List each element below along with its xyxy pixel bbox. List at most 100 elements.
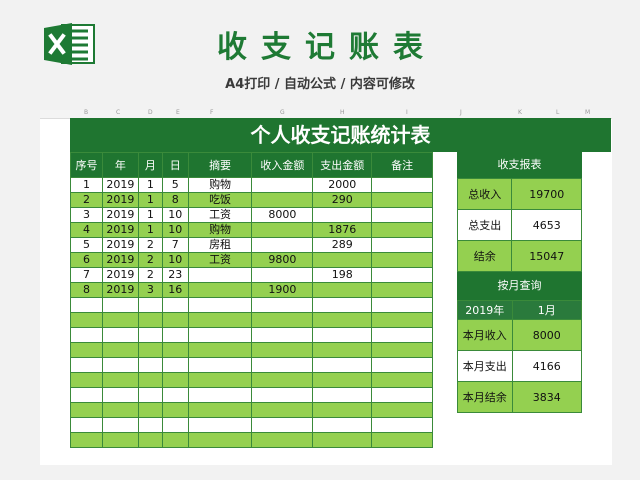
table-cell[interactable] <box>70 297 103 313</box>
summary-value[interactable]: 4653 <box>511 209 582 241</box>
table-cell[interactable]: 工资 <box>187 207 253 223</box>
table-cell[interactable] <box>161 357 189 373</box>
table-cell[interactable]: 10 <box>161 207 189 223</box>
table-cell[interactable] <box>251 267 314 283</box>
table-cell[interactable]: 2019 <box>101 222 139 238</box>
table-cell[interactable] <box>251 237 314 253</box>
table-cell[interactable]: 5 <box>161 177 189 193</box>
table-cell[interactable] <box>371 177 433 193</box>
table-cell[interactable]: 198 <box>312 267 373 283</box>
table-cell[interactable] <box>371 387 433 403</box>
table-cell[interactable] <box>312 297 373 313</box>
table-cell[interactable] <box>312 357 373 373</box>
ledger-column-header[interactable]: 序号 <box>70 152 103 178</box>
table-cell[interactable] <box>371 312 433 328</box>
table-cell[interactable] <box>312 417 373 433</box>
table-cell[interactable] <box>137 432 163 448</box>
table-cell[interactable] <box>101 402 139 418</box>
table-cell[interactable] <box>187 357 253 373</box>
table-cell[interactable] <box>371 267 433 283</box>
table-cell[interactable] <box>371 222 433 238</box>
table-cell[interactable] <box>251 342 314 358</box>
table-cell[interactable] <box>101 417 139 433</box>
table-cell[interactable]: 2 <box>137 267 163 283</box>
table-cell[interactable]: 房租 <box>187 237 253 253</box>
table-cell[interactable] <box>371 432 433 448</box>
table-cell[interactable] <box>101 327 139 343</box>
table-cell[interactable] <box>187 267 253 283</box>
table-cell[interactable]: 3 <box>70 207 103 223</box>
table-cell[interactable] <box>187 387 253 403</box>
table-cell[interactable]: 2019 <box>101 252 139 268</box>
table-cell[interactable]: 1 <box>137 222 163 238</box>
monthly-value[interactable]: 3834 <box>511 381 583 413</box>
table-cell[interactable]: 1 <box>137 207 163 223</box>
table-cell[interactable]: 10 <box>161 252 189 268</box>
monthly-label[interactable]: 本月结余 <box>457 381 513 413</box>
table-cell[interactable] <box>161 342 189 358</box>
year-select[interactable]: 2019年 <box>457 300 513 320</box>
table-cell[interactable] <box>251 417 314 433</box>
table-cell[interactable]: 2019 <box>101 282 139 298</box>
table-cell[interactable] <box>161 312 189 328</box>
table-cell[interactable] <box>70 402 103 418</box>
table-cell[interactable] <box>161 417 189 433</box>
table-cell[interactable] <box>70 312 103 328</box>
table-cell[interactable]: 2 <box>137 252 163 268</box>
table-cell[interactable]: 2 <box>70 192 103 208</box>
table-cell[interactable]: 23 <box>161 267 189 283</box>
table-cell[interactable] <box>251 177 314 193</box>
table-cell[interactable] <box>137 312 163 328</box>
table-cell[interactable] <box>101 387 139 403</box>
table-cell[interactable] <box>70 432 103 448</box>
table-cell[interactable] <box>137 342 163 358</box>
table-cell[interactable] <box>187 432 253 448</box>
table-cell[interactable] <box>101 342 139 358</box>
summary-value[interactable]: 15047 <box>511 240 582 272</box>
table-cell[interactable]: 2 <box>137 237 163 253</box>
table-cell[interactable] <box>161 402 189 418</box>
table-cell[interactable] <box>187 312 253 328</box>
table-cell[interactable] <box>312 282 373 298</box>
monthly-value[interactable]: 4166 <box>511 350 583 382</box>
table-cell[interactable] <box>312 342 373 358</box>
table-cell[interactable]: 1900 <box>251 282 314 298</box>
table-cell[interactable] <box>371 372 433 388</box>
table-cell[interactable]: 1 <box>70 177 103 193</box>
table-cell[interactable] <box>312 327 373 343</box>
table-cell[interactable]: 7 <box>70 267 103 283</box>
table-cell[interactable]: 2000 <box>312 177 373 193</box>
table-cell[interactable] <box>371 357 433 373</box>
table-cell[interactable]: 购物 <box>187 177 253 193</box>
table-cell[interactable] <box>70 387 103 403</box>
ledger-column-header[interactable]: 备注 <box>371 152 433 178</box>
table-cell[interactable] <box>187 372 253 388</box>
table-cell[interactable] <box>70 342 103 358</box>
summary-value[interactable]: 19700 <box>511 178 582 210</box>
summary-label[interactable]: 结余 <box>456 240 513 272</box>
table-cell[interactable] <box>137 372 163 388</box>
table-cell[interactable] <box>251 192 314 208</box>
table-cell[interactable] <box>251 387 314 403</box>
table-cell[interactable] <box>101 372 139 388</box>
table-cell[interactable] <box>371 402 433 418</box>
table-cell[interactable] <box>137 417 163 433</box>
table-cell[interactable]: 工资 <box>187 252 253 268</box>
table-cell[interactable] <box>312 402 373 418</box>
table-cell[interactable] <box>312 432 373 448</box>
summary-label[interactable]: 总收入 <box>456 178 513 210</box>
table-cell[interactable] <box>161 372 189 388</box>
table-cell[interactable] <box>251 402 314 418</box>
table-cell[interactable] <box>251 222 314 238</box>
table-cell[interactable]: 1 <box>137 177 163 193</box>
table-cell[interactable] <box>161 387 189 403</box>
ledger-column-header[interactable]: 月 <box>137 152 163 178</box>
table-cell[interactable] <box>312 207 373 223</box>
table-cell[interactable] <box>251 297 314 313</box>
table-cell[interactable]: 2019 <box>101 207 139 223</box>
ledger-column-header[interactable]: 支出金额 <box>312 152 373 178</box>
table-cell[interactable]: 2019 <box>101 267 139 283</box>
table-cell[interactable] <box>187 282 253 298</box>
table-cell[interactable] <box>187 297 253 313</box>
table-cell[interactable]: 16 <box>161 282 189 298</box>
